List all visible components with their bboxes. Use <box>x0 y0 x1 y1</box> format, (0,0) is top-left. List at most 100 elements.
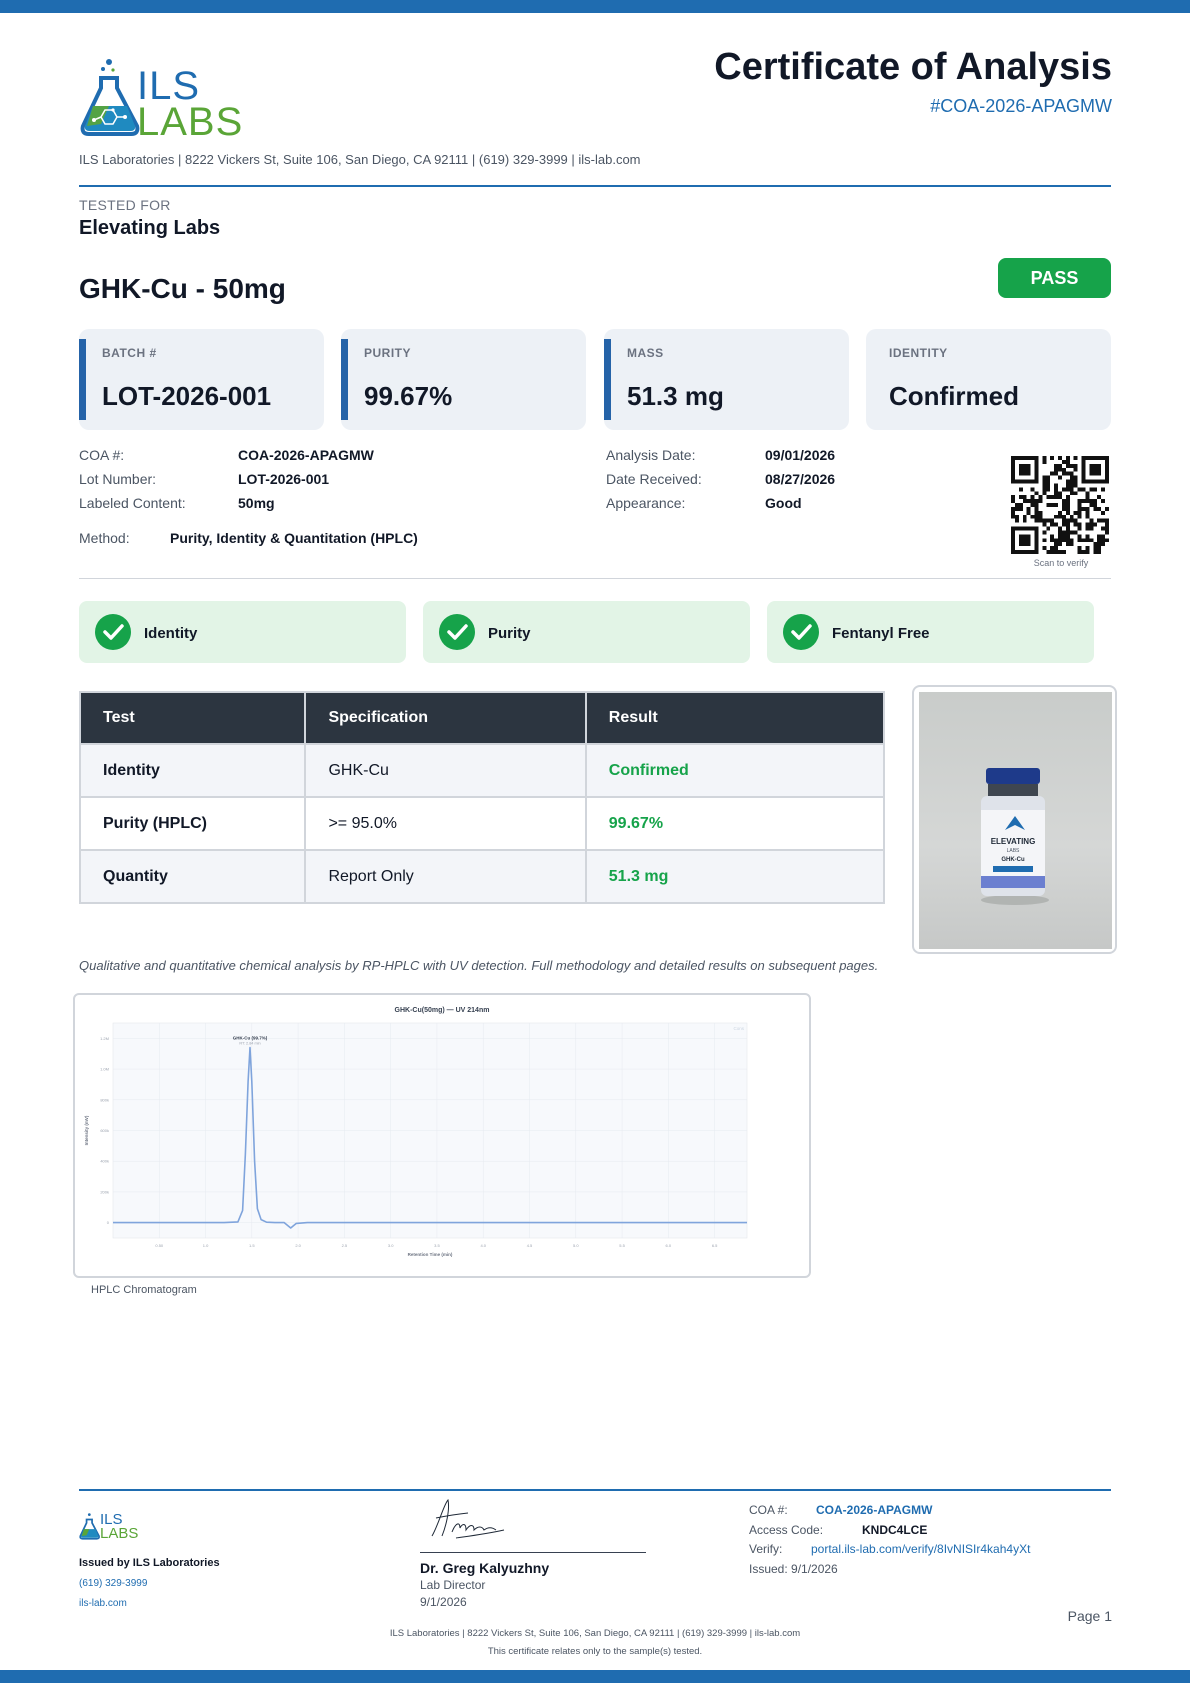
peak-sublabel: RT: 2.84 min <box>239 1042 260 1046</box>
flask-icon <box>79 1513 100 1540</box>
y-tick-label: 1.2M <box>100 1036 109 1041</box>
footer-logo: ILS LABS <box>79 1510 149 1544</box>
page-number: Page 1 <box>1067 1608 1112 1624</box>
footer-logo-bottom: LABS <box>100 1525 139 1542</box>
card-label: BATCH # <box>102 346 157 360</box>
verify-link[interactable]: portal.ils-lab.com/verify/8IvNISIr4kah4y… <box>811 1542 1030 1556</box>
product-title: GHK-Cu - 50mg <box>79 273 286 304</box>
x-axis-label: Retention Time (min) <box>408 1252 453 1257</box>
sample-photo-frame: ELEVATING LABS GHK-Cu <box>912 685 1117 954</box>
y-tick-label: 600k <box>100 1128 109 1133</box>
bottom-accent-bar <box>0 1670 1190 1683</box>
card-value: 51.3 mg <box>627 381 724 411</box>
x-tick-label: 1.0 <box>203 1243 209 1248</box>
cell-result: 51.3 mg <box>584 849 886 904</box>
y-tick-label: 0 <box>107 1220 110 1225</box>
meta-value-coa: COA-2026-APAGMW <box>238 447 374 463</box>
card-label: MASS <box>627 346 664 360</box>
vial-sub: LABS <box>1007 848 1020 854</box>
footer-issued-date: Issued: 9/1/2026 <box>749 1562 838 1576</box>
check-fentanyl-free: Fentanyl Free <box>767 601 1094 663</box>
meta-label-lot: Lot Number: <box>79 471 157 487</box>
x-tick-label: 6.5 <box>712 1243 718 1248</box>
vial-brand: ELEVATING <box>991 837 1036 846</box>
chart-legend: Cons <box>733 1026 744 1031</box>
y-tick-label: 200k <box>100 1189 109 1194</box>
checkmark-icon <box>783 614 819 650</box>
x-tick-label: 3.0 <box>388 1243 394 1248</box>
y-tick-label: 800k <box>100 1097 109 1102</box>
cell-spec: Report Only <box>304 849 587 904</box>
x-tick-label: 2.5 <box>342 1243 348 1248</box>
section-divider <box>79 578 1111 579</box>
check-identity: Identity <box>79 601 406 663</box>
card-mass: MASS 51.3 mg <box>604 329 849 430</box>
cell-test: Purity (HPLC) <box>78 796 307 851</box>
chromatogram-panel: GHK-Cu(50mg) — UV 214nm 0.50 1.0 1.5 2.0 2.5… <box>73 993 811 1278</box>
method-label: Method: <box>79 530 130 546</box>
x-tick-label: 1.5 <box>249 1243 255 1248</box>
footer-divider <box>79 1489 1111 1491</box>
y-tick-label: 1.0M <box>100 1067 109 1072</box>
check-label: Fentanyl Free <box>832 625 930 642</box>
check-label: Purity <box>488 625 531 642</box>
meta-value-analysis-date: 09/01/2026 <box>765 447 836 463</box>
logo-text-bottom: LABS <box>137 100 244 144</box>
card-identity: IDENTITY Confirmed <box>866 329 1111 430</box>
meta-value-content: 50mg <box>238 495 275 511</box>
x-tick-label: 4.5 <box>527 1243 533 1248</box>
footer-access-value: KNDC4LCE <box>862 1523 928 1537</box>
cell-test: Identity <box>78 743 307 798</box>
peak-label: GHK-Cu (99.7%) <box>233 1036 268 1041</box>
checkmark-icon <box>439 614 475 650</box>
x-tick-label: 0.50 <box>155 1243 164 1248</box>
pass-badge: PASS <box>998 258 1111 298</box>
footer-website-link[interactable]: ils-lab.com <box>79 1598 127 1609</box>
x-tick-label: 6.0 <box>666 1243 672 1248</box>
analysis-note: Qualitative and quantitative chemical an… <box>79 958 879 973</box>
cell-test: Quantity <box>78 849 307 904</box>
coa-id-link[interactable]: #COA-2026-APAGMW <box>930 96 1112 117</box>
signature-image <box>431 1498 505 1539</box>
meta-value-lot: LOT-2026-001 <box>238 471 330 487</box>
table-row: Identity GHK-Cu Confirmed <box>78 743 886 798</box>
footer-disclaimer: This certificate relates only to the sam… <box>487 1646 703 1657</box>
table-header-row: Test Specification Result <box>78 691 886 745</box>
hplc-chromatogram: GHK-Cu(50mg) — UV 214nm 0.50 1.0 1.5 2.0 2.5… <box>84 1007 748 1257</box>
qr-caption: Scan to verify <box>1033 558 1089 568</box>
card-value: LOT-2026-001 <box>102 381 272 411</box>
meta-label-appearance: Appearance: <box>606 495 686 511</box>
sample-photo: ELEVATING LABS GHK-Cu <box>919 692 1112 949</box>
chromatogram-caption: HPLC Chromatogram <box>91 1284 197 1296</box>
document-title: Certificate of Analysis <box>714 46 1112 88</box>
card-purity: PURITY 99.67% <box>341 329 586 430</box>
x-tick-label: 3.5 <box>434 1243 440 1248</box>
meta-label-coa: COA #: <box>79 447 125 463</box>
meta-value-appearance: Good <box>765 495 802 511</box>
ils-labs-logo: ILS LABS <box>79 56 251 142</box>
qr-code[interactable] <box>1011 456 1109 554</box>
cell-spec: GHK-Cu <box>304 743 587 798</box>
meta-label-analysis-date: Analysis Date: <box>606 447 696 463</box>
footer-verify-label: Verify: <box>749 1542 783 1556</box>
issued-by: Issued by ILS Laboratories <box>79 1557 220 1569</box>
cell-result: Confirmed <box>584 743 886 798</box>
column-header: Specification <box>304 691 587 745</box>
column-header: Result <box>584 691 886 745</box>
y-tick-label: 400k <box>100 1159 109 1164</box>
card-value: 99.67% <box>364 381 453 411</box>
table-row: Quantity Report Only 51.3 mg <box>78 849 886 904</box>
signer-role: Lab Director <box>420 1578 486 1592</box>
footer-coa-value: COA-2026-APAGMW <box>816 1503 933 1517</box>
tested-for-label: TESTED FOR <box>79 197 171 213</box>
y-axis-label: Intensity (mV) <box>84 1115 89 1145</box>
meta-label-content: Labeled Content: <box>79 495 186 511</box>
results-table: Test Specification Result Identity GHK-C… <box>78 691 886 904</box>
signer-date: 9/1/2026 <box>420 1595 467 1609</box>
cell-spec: >= 95.0% <box>304 796 587 851</box>
method-value: Purity, Identity & Quantitation (HPLC) <box>170 530 418 546</box>
check-label: Identity <box>144 625 198 642</box>
vial-product: GHK-Cu <box>1001 857 1025 863</box>
card-label: PURITY <box>364 346 412 360</box>
client-name: Elevating Labs <box>79 217 221 239</box>
